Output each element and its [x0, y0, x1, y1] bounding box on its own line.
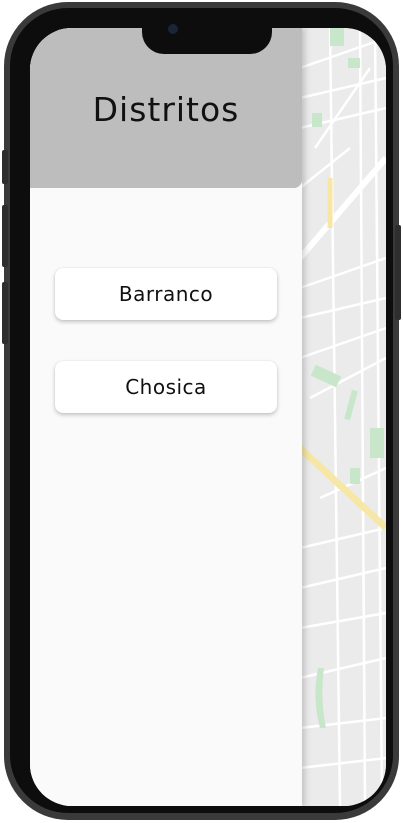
side-drawer: Distritos Barranco Chosica — [30, 28, 302, 806]
drawer-title: Distritos — [92, 90, 240, 129]
notch — [142, 8, 272, 54]
silent-switch — [2, 150, 8, 184]
device-screen: Distritos Barranco Chosica — [30, 28, 386, 806]
camera-icon — [168, 24, 178, 34]
power-button — [395, 225, 401, 320]
district-button-chosica[interactable]: Chosica — [55, 361, 277, 413]
district-button-barranco[interactable]: Barranco — [55, 268, 277, 320]
volume-up-button — [2, 205, 8, 267]
volume-down-button — [2, 282, 8, 344]
